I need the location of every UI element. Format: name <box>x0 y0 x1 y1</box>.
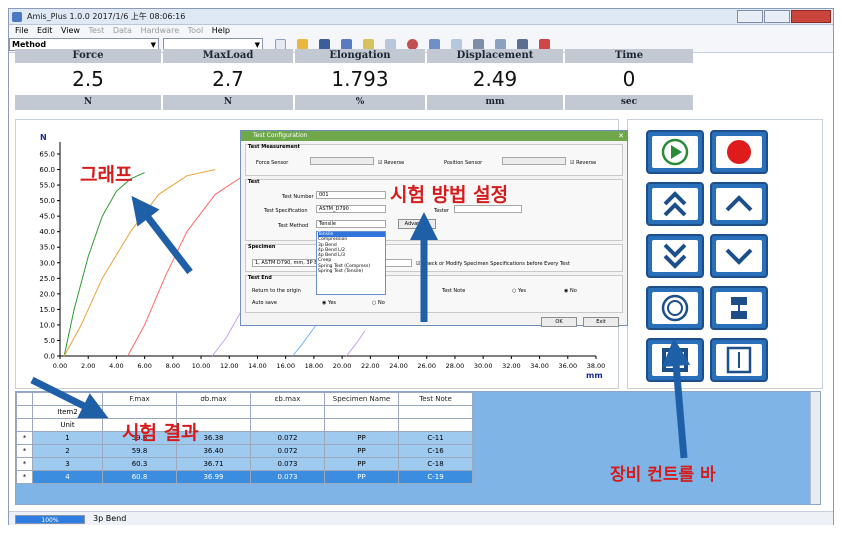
annotation-arrow-result <box>30 376 109 419</box>
annotation-arrows <box>30 195 691 459</box>
annotation-arrow-control-bar <box>662 338 691 459</box>
annotation-arrow-graph <box>131 195 193 275</box>
